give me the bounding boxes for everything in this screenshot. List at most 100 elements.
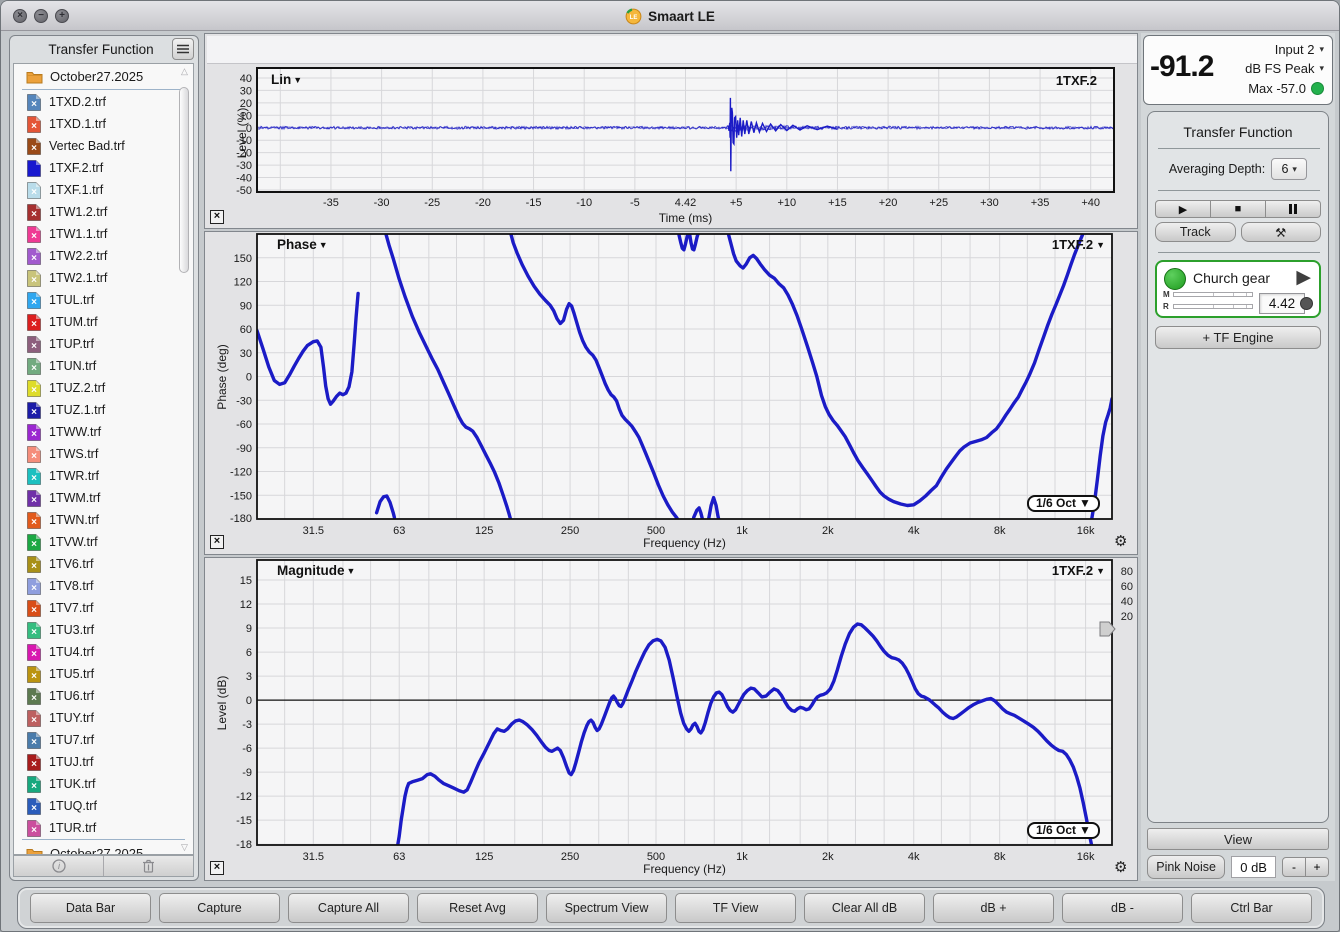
- file-row[interactable]: × 1TV6.trf: [14, 553, 193, 575]
- phase-chart-type-dropdown[interactable]: Phase ▼: [277, 237, 328, 252]
- file-row[interactable]: × 1TUQ.trf: [14, 795, 193, 817]
- file-row[interactable]: × 1TW1.1.trf: [14, 223, 193, 245]
- magnitude-chart-type-dropdown[interactable]: Magnitude ▼: [277, 563, 355, 578]
- close-pane-icon[interactable]: ×: [210, 535, 224, 549]
- file-row[interactable]: × 1TUZ.2.trf: [14, 377, 193, 399]
- add-tf-engine-button[interactable]: + TF Engine: [1155, 326, 1321, 349]
- magnitude-trace-dropdown[interactable]: 1TXF.2 ▼: [1052, 563, 1105, 578]
- averaging-depth-select[interactable]: 6 ▾: [1271, 158, 1308, 180]
- tf-engine-box[interactable]: Church gear ▶ M R 4.42: [1155, 260, 1321, 318]
- toolbar-button-reset-avg[interactable]: Reset Avg: [417, 893, 538, 923]
- play-button[interactable]: ▶: [1155, 200, 1211, 218]
- file-row[interactable]: × 1TXD.1.trf: [14, 113, 193, 135]
- phase-chart[interactable]: 1501209060300-30-60-90-120-150-18031.5 63…: [205, 232, 1139, 556]
- stop-button[interactable]: ■: [1211, 200, 1266, 218]
- scrollbar[interactable]: △ ▽: [178, 65, 191, 853]
- toolbar-button-tf-view[interactable]: TF View: [675, 893, 796, 923]
- file-row[interactable]: × 1TW1.2.trf: [14, 201, 193, 223]
- impulse-chart-type-dropdown[interactable]: Lin ▼: [271, 72, 302, 87]
- toolbar-button-ctrl-bar[interactable]: Ctrl Bar: [1191, 893, 1312, 923]
- engine-play-icon[interactable]: ▶: [1296, 266, 1311, 289]
- file-row[interactable]: × Vertec Bad.trf: [14, 135, 193, 157]
- file-row[interactable]: × 1TUP.trf: [14, 333, 193, 355]
- toolbar-button-db-[interactable]: dB -: [1062, 893, 1183, 923]
- phase-trace-dropdown[interactable]: 1TXF.2 ▼: [1052, 237, 1105, 252]
- scroll-up-icon[interactable]: △: [178, 65, 191, 77]
- file-row[interactable]: × 1TW2.2.trf: [14, 245, 193, 267]
- menu-icon[interactable]: [172, 38, 194, 60]
- trace-file-icon: ×: [27, 225, 41, 243]
- file-row[interactable]: × 1TXD.2.trf: [14, 91, 193, 113]
- file-row[interactable]: × 1TW2.1.trf: [14, 267, 193, 289]
- meter-mode-select[interactable]: dB FS Peak ▾: [1245, 61, 1324, 76]
- trace-file-icon: ×: [27, 401, 41, 419]
- zoom-window-icon[interactable]: +: [55, 9, 69, 23]
- folder-row[interactable]: October27.2025: [14, 64, 193, 89]
- file-row[interactable]: × 1TV7.trf: [14, 597, 193, 619]
- close-pane-icon[interactable]: ×: [210, 210, 224, 224]
- file-row[interactable]: × 1TUJ.trf: [14, 751, 193, 773]
- toolbar-button-data-bar[interactable]: Data Bar: [30, 893, 151, 923]
- input-select[interactable]: Input 2 ▾: [1275, 42, 1324, 57]
- file-row[interactable]: × 1TU3.trf: [14, 619, 193, 641]
- tick-label: 30: [240, 348, 252, 360]
- file-row[interactable]: × 1TU7.trf: [14, 729, 193, 751]
- level-up-button[interactable]: +: [1306, 857, 1329, 877]
- close-pane-icon[interactable]: ×: [210, 861, 224, 875]
- tick-label: +10: [777, 197, 796, 209]
- file-row[interactable]: × 1TWS.trf: [14, 443, 193, 465]
- toolbar-button-capture[interactable]: Capture: [159, 893, 280, 923]
- meter-max: Max -57.0: [1248, 81, 1324, 96]
- minimize-window-icon[interactable]: −: [34, 9, 48, 23]
- toolbar-button-db-[interactable]: dB +: [933, 893, 1054, 923]
- file-row[interactable]: × 1TUM.trf: [14, 311, 193, 333]
- file-row[interactable]: × 1TUL.trf: [14, 289, 193, 311]
- folder-row-clipped[interactable]: October27.2025: [14, 841, 193, 854]
- file-row[interactable]: × 1TWW.trf: [14, 421, 193, 443]
- info-button[interactable]: i: [14, 856, 103, 876]
- title-bar[interactable]: × − + LE Smaart LE: [1, 1, 1339, 31]
- toolbar-button-clear-all-db[interactable]: Clear All dB: [804, 893, 925, 923]
- file-row[interactable]: 1TXF.2.trf: [14, 157, 193, 179]
- file-row[interactable]: × 1TXF.1.trf: [14, 179, 193, 201]
- impulse-chart[interactable]: 403020100-10-20-30-40-50-35 -30 -25 -20 -15-…: [205, 34, 1139, 230]
- pause-button[interactable]: [1266, 200, 1321, 218]
- file-row[interactable]: × 1TWN.trf: [14, 509, 193, 531]
- phase-smoothing-dropdown[interactable]: 1/6 Oct ▼: [1027, 495, 1100, 512]
- file-row[interactable]: × 1TWM.trf: [14, 487, 193, 509]
- delay-time-field[interactable]: 4.42: [1259, 293, 1305, 314]
- pink-noise-button[interactable]: Pink Noise: [1147, 855, 1226, 879]
- tools-button[interactable]: ⚒: [1240, 222, 1321, 242]
- track-row: Track ⚒: [1155, 222, 1321, 242]
- gear-icon[interactable]: ⚙: [1114, 534, 1127, 549]
- file-row[interactable]: × 1TU5.trf: [14, 663, 193, 685]
- scroll-down-icon[interactable]: ▽: [178, 841, 191, 853]
- delay-find-icon[interactable]: [1300, 297, 1313, 310]
- engine-active-led-icon[interactable]: [1164, 268, 1186, 290]
- scrollbar-thumb[interactable]: [179, 87, 189, 273]
- close-window-icon[interactable]: ×: [13, 9, 27, 23]
- file-row[interactable]: × 1TUZ.1.trf: [14, 399, 193, 421]
- file-row[interactable]: × 1TUR.trf: [14, 817, 193, 839]
- file-row[interactable]: × 1TV8.trf: [14, 575, 193, 597]
- level-down-button[interactable]: -: [1282, 857, 1306, 877]
- track-button[interactable]: Track: [1155, 222, 1236, 242]
- chevron-down-icon: ▼: [318, 239, 328, 250]
- delete-button[interactable]: [104, 856, 193, 876]
- view-button[interactable]: View: [1147, 828, 1329, 850]
- file-row[interactable]: × 1TVW.trf: [14, 531, 193, 553]
- gear-icon[interactable]: ⚙: [1114, 860, 1127, 875]
- magnitude-smoothing-dropdown[interactable]: 1/6 Oct ▼: [1027, 822, 1100, 839]
- sidebar: Transfer Function October27.2025 × 1TXD.2…: [9, 35, 199, 881]
- file-row[interactable]: × 1TUK.trf: [14, 773, 193, 795]
- toolbar-button-capture-all[interactable]: Capture All: [288, 893, 409, 923]
- magnitude-chart[interactable]: 15129630-3-6-9-12-15-1831.5 63 125 250 500 1k…: [205, 558, 1139, 882]
- file-row[interactable]: × 1TUN.trf: [14, 355, 193, 377]
- file-row[interactable]: × 1TWR.trf: [14, 465, 193, 487]
- file-row[interactable]: × 1TU6.trf: [14, 685, 193, 707]
- toolbar-button-spectrum-view[interactable]: Spectrum View: [546, 893, 667, 923]
- trace-file-icon: ×: [27, 709, 41, 727]
- impulse-trace-label[interactable]: 1TXF.2: [1056, 73, 1097, 88]
- file-row[interactable]: × 1TUY.trf: [14, 707, 193, 729]
- file-row[interactable]: × 1TU4.trf: [14, 641, 193, 663]
